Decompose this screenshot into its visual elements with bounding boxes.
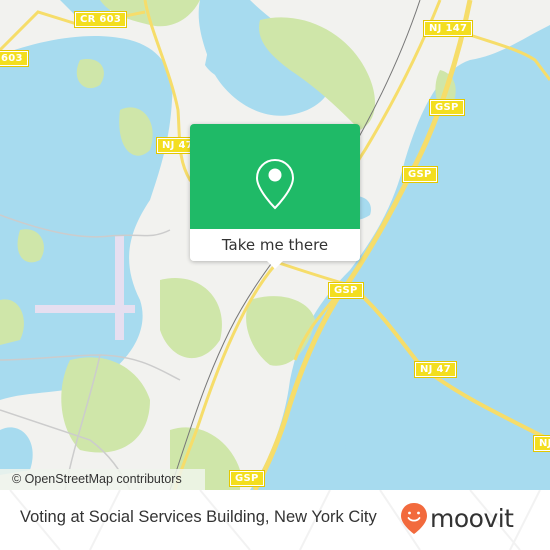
road-shield-nj147: NJ 147 xyxy=(422,20,474,37)
moovit-wordmark: moovit xyxy=(430,503,514,533)
take-me-there-label: Take me there xyxy=(221,236,329,254)
water-lake-4 xyxy=(0,427,33,475)
road-shield-gsp-1: GSP xyxy=(429,99,465,116)
road-shield-cr603-left: 603 xyxy=(0,50,29,67)
popup-header xyxy=(190,124,360,229)
map-pin-icon xyxy=(255,158,295,210)
water-bay-west xyxy=(0,35,173,400)
moovit-smile-pin-icon xyxy=(401,503,427,534)
airport-runway-ns xyxy=(115,235,124,340)
map-view[interactable]: CR 603 603 NJ 147 NJ 47 GSP GSP GSP GSP … xyxy=(0,0,550,490)
park-6 xyxy=(160,278,222,359)
location-popup: Take me there xyxy=(190,124,360,269)
airport-runway-ew xyxy=(35,305,135,313)
park-7 xyxy=(61,357,150,453)
road-shield-nj47-right: NJ 47 xyxy=(414,361,457,378)
road-shield-gsp-2: GSP xyxy=(402,166,438,183)
moovit-logo[interactable]: moovit xyxy=(400,498,514,538)
road-shield-nj-edge: NJ xyxy=(533,435,550,452)
popup-pointer xyxy=(266,260,284,269)
take-me-there-button[interactable]: Take me there xyxy=(190,229,360,261)
road-shield-gsp-3: GSP xyxy=(328,282,364,299)
road-shield-cr603: CR 603 xyxy=(73,11,128,28)
map-attribution[interactable]: © OpenStreetMap contributors xyxy=(0,469,205,490)
footer-bar: Voting at Social Services Building, New … xyxy=(0,490,550,550)
place-title: Voting at Social Services Building, New … xyxy=(20,508,377,526)
road-shield-gsp-4: GSP xyxy=(229,470,265,487)
